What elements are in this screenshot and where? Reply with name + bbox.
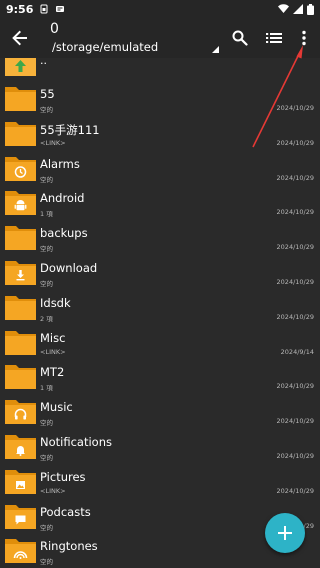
arrow-back-icon	[12, 30, 27, 46]
item-date: 2024/10/29	[276, 243, 314, 252]
list-item[interactable]: Misc <LINK> 2024/9/14	[0, 329, 320, 364]
signal-icon	[293, 4, 303, 14]
add-button[interactable]	[265, 513, 305, 553]
list-view-button[interactable]	[262, 26, 286, 50]
status-time: 9:56	[6, 2, 34, 16]
item-subtitle: <LINK>	[40, 347, 66, 356]
current-path[interactable]: /storage/emulated	[52, 40, 158, 54]
item-subtitle: 空的	[40, 175, 53, 184]
item-name: Alarms	[40, 156, 80, 171]
plus-icon	[278, 526, 292, 540]
item-date: 2024/10/29	[276, 104, 314, 112]
item-subtitle: 空的	[40, 523, 53, 532]
item-date: 2024/10/29	[276, 138, 314, 147]
podcast-folder-icon	[5, 504, 36, 529]
item-subtitle: 1 項	[40, 384, 53, 393]
item-subtitle: <LINK>	[40, 138, 66, 147]
alarm-folder-icon	[5, 156, 36, 181]
item-subtitle: 空的	[40, 558, 53, 567]
item-date: 2024/10/29	[276, 278, 314, 286]
item-name: Podcasts	[40, 504, 91, 519]
item-date: 2024/10/29	[276, 486, 314, 495]
download-folder-icon	[5, 261, 36, 285]
item-subtitle: 空的	[40, 454, 53, 462]
file-list: .. 55 空的 2024/10/29 55手游111 <LINK> 2024/…	[0, 58, 320, 568]
notification-folder-icon	[5, 435, 36, 459]
item-subtitle: 1 項	[40, 210, 53, 219]
item-date: 2024/10/29	[276, 208, 314, 217]
list-item[interactable]: Idsdk 2 項 2024/10/29	[0, 294, 320, 329]
item-subtitle: 2 項	[40, 314, 53, 323]
item-name: 55	[40, 87, 55, 101]
status-bar: 9:56	[0, 0, 320, 18]
item-name: Music	[40, 400, 73, 415]
list-item[interactable]: 55手游111 <LINK> 2024/10/29	[0, 120, 320, 155]
more-options-button[interactable]	[292, 26, 316, 50]
item-date: 2024/10/29	[276, 173, 314, 182]
list-item[interactable]: 55 空的 2024/10/29	[0, 85, 320, 120]
page-title: 0	[50, 21, 59, 37]
list-item[interactable]: Music 空的 2024/10/29	[0, 398, 320, 433]
item-name: Pictures	[40, 469, 86, 484]
parent-directory-item[interactable]: ..	[0, 58, 320, 78]
list-item[interactable]: Alarms 空的 2024/10/29	[0, 155, 320, 190]
list-item[interactable]: Notifications 空的 2024/10/29	[0, 433, 320, 468]
item-subtitle: 空的	[40, 106, 53, 114]
pictures-folder-icon	[5, 469, 36, 494]
path-dropdown-icon[interactable]	[212, 46, 219, 53]
item-name: Android	[40, 191, 85, 206]
item-name: Idsdk	[40, 295, 71, 310]
toolbar: 0 /storage/emulated	[0, 18, 320, 58]
search-icon	[232, 30, 248, 46]
item-name: Notifications	[40, 435, 112, 449]
item-subtitle: 空的	[40, 245, 53, 254]
battery-icon	[307, 3, 314, 15]
item-name: MT2	[40, 365, 65, 380]
item-subtitle: 空的	[40, 419, 53, 428]
item-date: 2024/10/29	[276, 382, 314, 391]
music-folder-icon	[5, 400, 36, 425]
notification-icon	[56, 6, 65, 12]
folder-icon	[5, 295, 36, 320]
sim-card-icon	[40, 4, 48, 14]
item-subtitle: <LINK>	[40, 486, 66, 495]
parent-directory-label: ..	[40, 58, 47, 67]
item-name: backups	[40, 226, 88, 241]
item-date: 2024/10/29	[276, 312, 314, 321]
list-item[interactable]: Android 1 項 2024/10/29	[0, 189, 320, 224]
folder-icon	[5, 365, 36, 390]
search-button[interactable]	[228, 26, 252, 50]
item-date: 2024/10/29	[276, 417, 314, 426]
back-button[interactable]	[6, 24, 34, 52]
list-item[interactable]: Download 空的 2024/10/29	[0, 259, 320, 294]
folder-icon	[5, 87, 36, 111]
list-view-icon	[266, 33, 282, 43]
item-subtitle: 空的	[40, 280, 53, 288]
item-name: 55手游111	[40, 122, 100, 137]
item-name: Download	[40, 261, 98, 275]
item-name: Misc	[40, 330, 66, 345]
item-date: 2024/9/14	[280, 347, 314, 356]
android-folder-icon	[5, 191, 36, 216]
wifi-icon	[278, 4, 289, 13]
item-name: Ringtones	[40, 539, 98, 554]
folder-icon	[5, 226, 36, 251]
folder-icon	[5, 330, 36, 355]
folder-icon	[5, 121, 36, 146]
list-item[interactable]: Pictures <LINK> 2024/10/29	[0, 468, 320, 503]
item-date: 2024/10/29	[276, 452, 314, 460]
folder-up-icon	[5, 58, 36, 76]
ringtone-folder-icon	[5, 539, 36, 564]
list-item[interactable]: backups 空的 2024/10/29	[0, 224, 320, 259]
list-item[interactable]: MT2 1 項 2024/10/29	[0, 363, 320, 398]
more-vert-icon	[302, 30, 306, 46]
